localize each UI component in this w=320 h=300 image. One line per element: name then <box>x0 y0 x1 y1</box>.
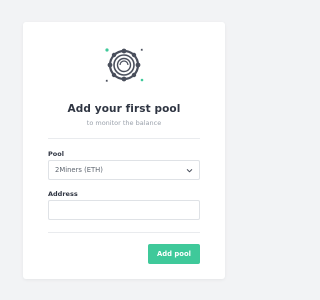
chevron-down-icon <box>186 169 193 173</box>
divider <box>48 232 200 233</box>
divider <box>48 138 200 139</box>
pool-label: Pool <box>48 150 64 158</box>
card-subtitle: to monitor the balance <box>86 119 162 127</box>
address-input[interactable] <box>48 200 200 220</box>
card-title: Add your first pool <box>67 103 181 115</box>
address-label: Address <box>48 190 78 198</box>
mining-pool-icon <box>105 48 144 82</box>
add-pool-card: Add your first pool to monitor the balan… <box>23 22 225 279</box>
add-pool-button[interactable]: Add pool <box>148 244 200 264</box>
pool-select[interactable]: 2Miners (ETH) <box>48 160 200 180</box>
pool-select-value: 2Miners (ETH) <box>55 166 103 174</box>
